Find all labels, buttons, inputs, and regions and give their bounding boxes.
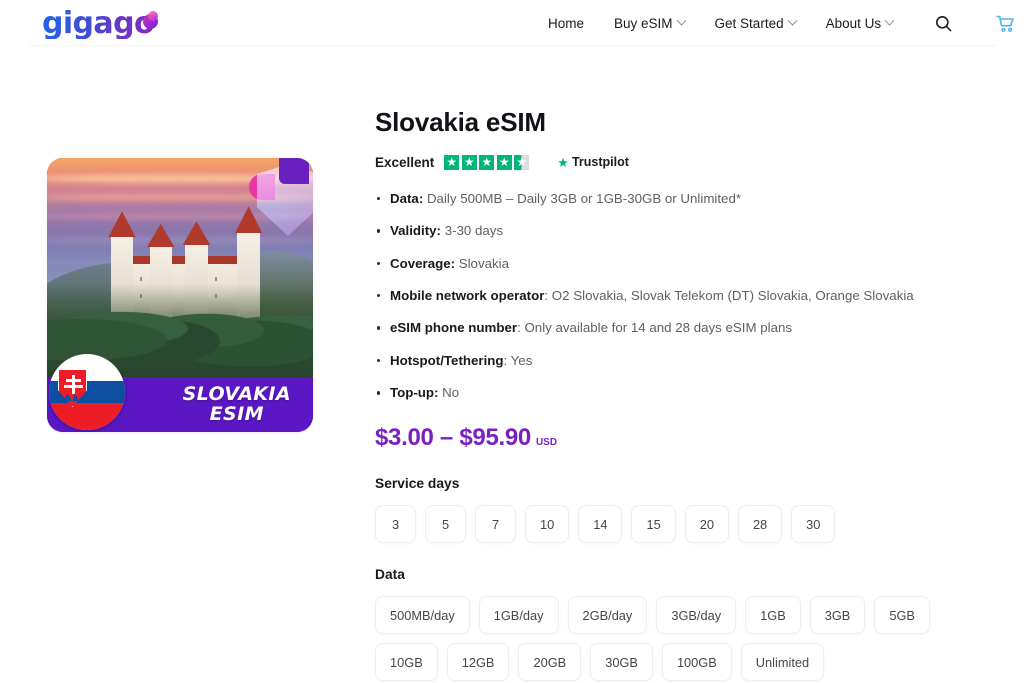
spec-item-phone-number: eSIM phone number: Only available for 14… (375, 318, 985, 338)
data-option-20gb[interactable]: 20GB (518, 643, 582, 682)
decorative-purple-shape (279, 158, 309, 184)
data-option-500mb-day[interactable]: 500MB/day (375, 596, 470, 635)
spec-value: : Yes (503, 352, 533, 368)
spec-item-data: Data: Daily 500MB – Daily 3GB or 1GB-30G… (375, 189, 985, 209)
product-gallery: SLOVAKIA ESIM (47, 158, 313, 432)
rating-stars: ★ ★ ★ ★ ★ (444, 154, 530, 170)
spec-item-operator: Mobile network operator: O2 Slovakia, Sl… (375, 286, 985, 306)
trustpilot-label: Trustpilot (571, 155, 629, 170)
spec-value: Daily 500MB – Daily 3GB or 1GB-30GB or U… (423, 190, 742, 206)
nav-item-label: About Us (825, 16, 882, 31)
spec-label: Data: (390, 190, 424, 206)
nav-item-buy-esim[interactable]: Buy eSIM (599, 0, 700, 47)
cart-button[interactable] (985, 0, 1024, 47)
data-option-10gb[interactable]: 10GB (375, 643, 438, 682)
spec-value: No (438, 385, 460, 401)
site-header: gigago Home Buy eSIM Get Started About U… (0, 0, 1024, 47)
spec-item-coverage: Coverage: Slovakia (375, 254, 985, 274)
spec-label: Hotspot/Tethering (390, 352, 504, 368)
spec-label: eSIM phone number (390, 320, 518, 336)
chevron-down-icon (787, 15, 798, 26)
star-icon: ★ (496, 154, 512, 170)
page-title: Slovakia eSIM (375, 107, 546, 137)
price-range: $3.00 – $95.90 (375, 424, 531, 452)
star-icon: ★ (461, 154, 477, 170)
nav-item-about-us[interactable]: About Us (811, 0, 909, 47)
price-block: $3.00 – $95.90 USD (375, 424, 985, 452)
data-group: Data 500MB/day 1GB/day 2GB/day 3GB/day 1GB 3G… (375, 567, 985, 682)
search-icon (936, 15, 952, 32)
nav-item-get-started[interactable]: Get Started (700, 0, 811, 47)
slovakia-flag-icon (49, 354, 125, 430)
spec-label: Mobile network operator (390, 287, 545, 303)
nav-item-label: Home (548, 16, 585, 31)
trustpilot-brand[interactable]: ★ Trustpilot (557, 155, 629, 169)
nav-item-home[interactable]: Home (548, 0, 599, 47)
service-days-option-7[interactable]: 7 (475, 505, 516, 544)
spec-label: Top-up: (390, 385, 439, 401)
search-button[interactable] (924, 0, 963, 47)
trustpilot-star-icon: ★ (557, 154, 569, 170)
service-days-option-15[interactable]: 15 (631, 505, 676, 544)
data-option-30gb[interactable]: 30GB (590, 643, 653, 682)
chevron-down-icon (676, 15, 686, 26)
spec-list: Data: Daily 500MB – Daily 3GB or 1GB-30G… (375, 189, 985, 404)
spec-item-topup: Top-up: No (375, 383, 985, 403)
data-option-1gb-day[interactable]: 1GB/day (478, 596, 559, 635)
trustpilot-rating[interactable]: Excellent ★ ★ ★ ★ ★ ★ Trustpilot (375, 154, 985, 170)
main-nav: Home Buy eSIM Get Started About Us (548, 0, 1024, 47)
data-option-5gb[interactable]: 5GB (874, 596, 930, 635)
site-logo[interactable]: gigago (42, 7, 158, 39)
data-option-2gb-day[interactable]: 2GB/day (567, 596, 648, 635)
service-days-option-30[interactable]: 30 (791, 505, 836, 544)
banner-line-2: ESIM (209, 402, 264, 425)
nav-item-label: Get Started (714, 16, 784, 31)
shopping-cart-icon (996, 15, 1014, 32)
data-option-3gb-day[interactable]: 3GB/day (656, 596, 737, 635)
data-options: 500MB/day 1GB/day 2GB/day 3GB/day 1GB 3GB 5GB 1… (375, 596, 985, 682)
spec-value: 3-30 days (441, 223, 504, 239)
service-days-option-10[interactable]: 10 (525, 505, 570, 544)
service-days-options: 3 5 7 10 14 15 20 28 30 (375, 505, 985, 544)
data-option-12gb[interactable]: 12GB (446, 643, 510, 682)
spec-value: Slovakia (455, 255, 509, 271)
service-days-label: Service days (375, 476, 460, 492)
data-option-100gb[interactable]: 100GB (661, 643, 732, 682)
data-option-3gb[interactable]: 3GB (809, 596, 866, 635)
service-days-option-3[interactable]: 3 (375, 505, 416, 544)
spec-item-validity: Validity: 3-30 days (375, 221, 985, 241)
data-option-1gb[interactable]: 1GB (745, 596, 801, 635)
banner-label: SLOVAKIA ESIM (182, 382, 291, 425)
price-currency: USD (535, 437, 558, 449)
chevron-down-icon (884, 15, 895, 26)
logo-text: gigago (42, 6, 155, 41)
data-label: Data (375, 567, 405, 583)
spec-label: Coverage: (390, 255, 456, 271)
logo-gradient-dot-icon (142, 11, 158, 29)
spec-item-hotspot: Hotspot/Tethering: Yes (375, 351, 985, 371)
star-icon: ★ (444, 154, 460, 170)
service-days-group: Service days 3 5 7 10 14 15 20 28 30 (375, 476, 985, 544)
rating-word: Excellent (375, 154, 435, 170)
service-days-option-20[interactable]: 20 (684, 505, 729, 544)
nav-item-label: Buy eSIM (614, 16, 673, 31)
banner-line-1: SLOVAKIA (182, 382, 291, 405)
data-option-unlimited[interactable]: Unlimited (740, 643, 825, 682)
star-icon: ★ (479, 154, 495, 170)
service-days-option-5[interactable]: 5 (425, 505, 466, 544)
service-days-option-28[interactable]: 28 (737, 505, 783, 544)
spec-value: : O2 Slovakia, Slovak Telekom (DT) Slova… (544, 287, 914, 303)
product-image[interactable]: SLOVAKIA ESIM (47, 158, 313, 432)
star-half-icon: ★ (514, 154, 530, 170)
service-days-option-14[interactable]: 14 (578, 505, 623, 544)
spec-value: : Only available for 14 and 28 days eSIM… (517, 320, 793, 336)
spec-label: Validity: (390, 223, 441, 239)
product-details: Slovakia eSIM Excellent ★ ★ ★ ★ ★ ★ Trus… (375, 107, 985, 683)
